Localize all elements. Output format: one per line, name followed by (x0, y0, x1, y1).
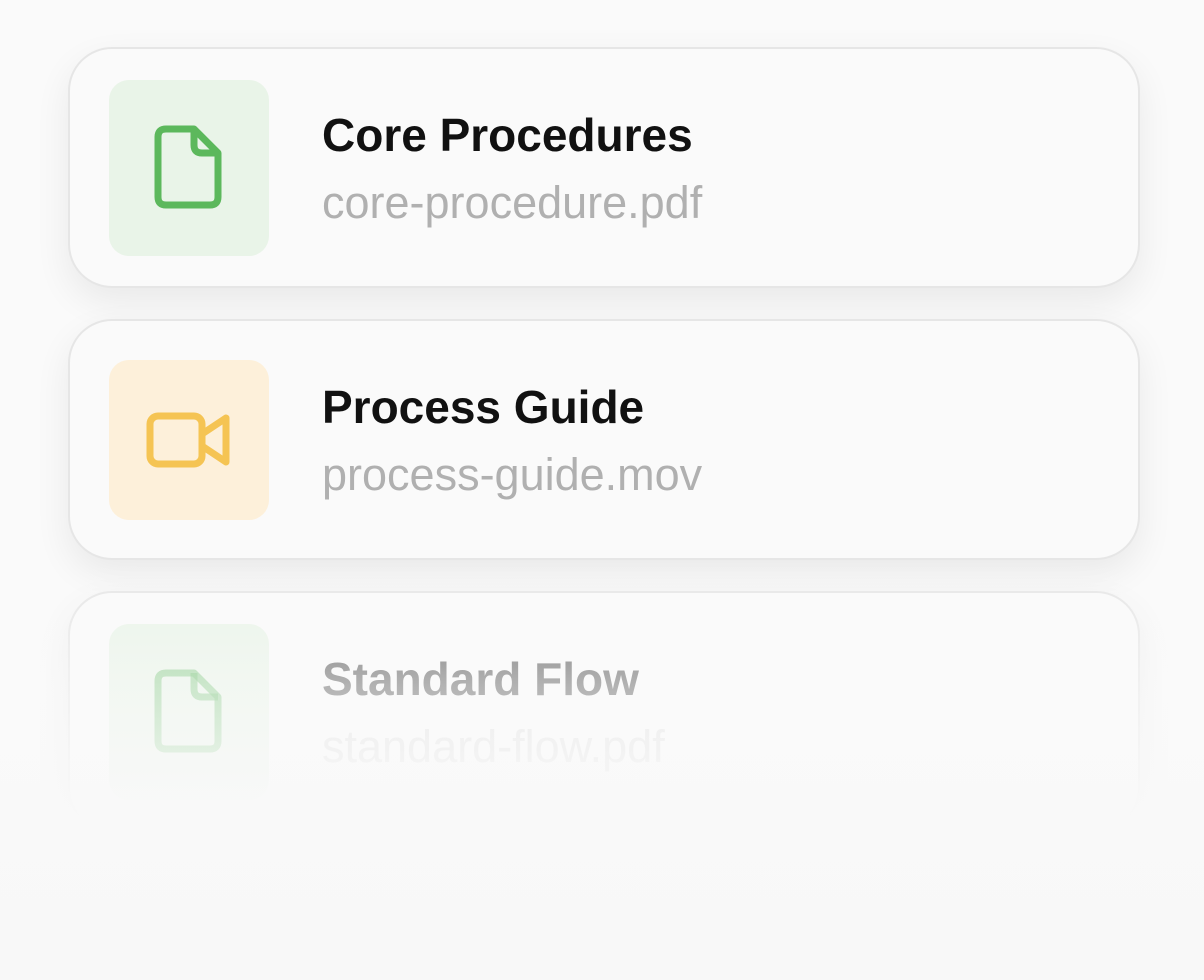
file-name: core-procedure.pdf (322, 177, 703, 228)
file-title: Core Procedures (322, 109, 693, 161)
file-title: Process Guide (322, 381, 645, 433)
file-card-process-guide[interactable]: Process Guide process-guide.mov (68, 319, 1140, 560)
file-type-tile (109, 80, 269, 256)
file-name: process-guide.mov (322, 449, 703, 500)
file-card-core-procedures[interactable]: Core Procedures core-procedure.pdf (68, 47, 1140, 288)
file-type-tile (109, 624, 269, 800)
file-card-standard-flow[interactable]: Standard Flow standard-flow.pdf (68, 591, 1140, 832)
file-list: Core Procedures core-procedure.pdf Proce… (68, 47, 1140, 832)
document-icon (154, 669, 222, 753)
file-name: standard-flow.pdf (322, 721, 665, 772)
file-type-tile (109, 360, 269, 520)
video-icon (146, 412, 230, 468)
document-icon (154, 125, 222, 209)
file-title: Standard Flow (322, 653, 639, 705)
